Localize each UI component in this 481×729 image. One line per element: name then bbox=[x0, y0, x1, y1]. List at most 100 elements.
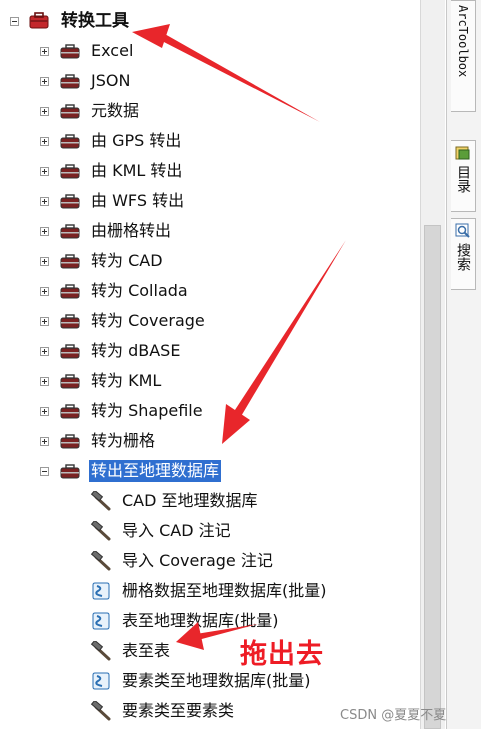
toolbox-icon bbox=[29, 12, 49, 29]
expand-icon[interactable] bbox=[40, 256, 49, 266]
tool-label: 表至表 bbox=[122, 641, 171, 660]
expand-icon[interactable] bbox=[40, 346, 49, 356]
tool-item[interactable]: CAD 至地理数据库 bbox=[90, 488, 260, 514]
expand-icon[interactable] bbox=[40, 316, 49, 326]
tree-node-label: 转为 Shapefile bbox=[91, 401, 203, 420]
hammer-icon bbox=[90, 521, 111, 541]
tool-label: 导入 Coverage 注记 bbox=[122, 551, 273, 570]
tool-item[interactable]: 导入 Coverage 注记 bbox=[90, 548, 275, 574]
tool-item[interactable]: 要素类至要素类 bbox=[90, 698, 236, 724]
tree-node-label: 转为 KML bbox=[91, 371, 162, 390]
tree-node-toolset[interactable]: 转为栅格 bbox=[40, 428, 157, 454]
tool-label: 要素类至地理数据库(批量) bbox=[122, 671, 311, 690]
script-icon bbox=[92, 672, 110, 690]
toolbox-tree: 转换工具 Excel JSON 元数据 由 GPS 转出 由 KML 转出 由 … bbox=[0, 0, 420, 729]
annotation-text: 拖出去 bbox=[240, 639, 324, 670]
tree-root-label: 转换工具 bbox=[61, 11, 129, 31]
tool-label: 栅格数据至地理数据库(批量) bbox=[122, 581, 327, 600]
tree-node-toolset[interactable]: 转为 CAD bbox=[40, 248, 165, 274]
tool-label: 要素类至要素类 bbox=[122, 701, 235, 720]
tree-node-label: 转为栅格 bbox=[91, 431, 156, 450]
tree-node-label: 由 KML 转出 bbox=[91, 161, 183, 180]
expand-icon[interactable] bbox=[40, 166, 49, 176]
catalog-icon bbox=[455, 146, 470, 160]
expand-icon[interactable] bbox=[40, 376, 49, 386]
tool-label: 导入 CAD 注记 bbox=[122, 521, 231, 540]
scrollbar-thumb[interactable] bbox=[424, 225, 441, 729]
tab-search[interactable]: 搜索 bbox=[451, 218, 476, 290]
tree-node-label: 元数据 bbox=[91, 101, 140, 120]
tree-node-label: 由栅格转出 bbox=[91, 221, 172, 240]
expand-icon[interactable] bbox=[40, 196, 49, 206]
hammer-icon bbox=[90, 641, 111, 661]
tree-node-toolset[interactable]: 转为 KML bbox=[40, 368, 163, 394]
toolset-icon bbox=[60, 134, 80, 149]
search-icon bbox=[455, 223, 470, 238]
tree-node-label: 转为 Collada bbox=[91, 281, 188, 300]
hammer-icon bbox=[90, 551, 111, 571]
expand-icon[interactable] bbox=[40, 76, 49, 86]
hammer-icon bbox=[90, 491, 111, 511]
tree-node-label: 由 WFS 转出 bbox=[91, 191, 185, 210]
toolset-icon bbox=[60, 374, 80, 389]
tree-node-label-selected: 转出至地理数据库 bbox=[89, 460, 222, 482]
tree-node-toolset[interactable]: JSON bbox=[40, 68, 132, 94]
tool-item[interactable]: 导入 CAD 注记 bbox=[90, 518, 233, 544]
tree-node-label: 转为 CAD bbox=[91, 251, 163, 270]
script-icon bbox=[92, 582, 110, 600]
tree-node-toolset[interactable]: 转为 Shapefile bbox=[40, 398, 205, 424]
expand-icon[interactable] bbox=[40, 106, 49, 116]
tool-item-table-to-table[interactable]: 表至表 bbox=[90, 638, 172, 664]
expand-icon[interactable] bbox=[40, 46, 49, 56]
tree-node-toolset[interactable]: 转为 Coverage bbox=[40, 308, 207, 334]
tool-label: 表至地理数据库(批量) bbox=[122, 611, 279, 630]
toolset-icon bbox=[60, 224, 80, 239]
toolset-icon bbox=[60, 254, 80, 269]
tree-node-toolset[interactable]: 由 KML 转出 bbox=[40, 158, 184, 184]
toolset-icon bbox=[60, 314, 80, 329]
hammer-icon bbox=[90, 701, 111, 721]
tab-arctoolbox[interactable]: ArcToolbox bbox=[451, 0, 476, 112]
tool-label: CAD 至地理数据库 bbox=[122, 491, 258, 510]
tree-node-toolset[interactable]: 元数据 bbox=[40, 98, 141, 124]
collapse-icon[interactable] bbox=[10, 16, 19, 26]
tree-node-toolset[interactable]: 由 WFS 转出 bbox=[40, 188, 186, 214]
tree-node-toolset[interactable]: 转为 dBASE bbox=[40, 338, 182, 364]
tree-node-toolset[interactable]: 转为 Collada bbox=[40, 278, 190, 304]
tree-node-toolset[interactable]: Excel bbox=[40, 38, 135, 64]
tree-node-label: 转为 Coverage bbox=[91, 311, 205, 330]
tree-node-toolset[interactable]: 由栅格转出 bbox=[40, 218, 173, 244]
toolset-icon bbox=[60, 74, 80, 89]
toolset-icon bbox=[60, 284, 80, 299]
vertical-scrollbar[interactable] bbox=[420, 0, 445, 729]
tree-node-toolset[interactable]: 由 GPS 转出 bbox=[40, 128, 183, 154]
toolset-icon bbox=[60, 404, 80, 419]
expand-icon[interactable] bbox=[40, 406, 49, 416]
toolset-icon bbox=[60, 164, 80, 179]
toolset-icon bbox=[60, 194, 80, 209]
tool-item[interactable]: 表至地理数据库(批量) bbox=[90, 608, 281, 634]
tree-node-label: 由 GPS 转出 bbox=[91, 131, 182, 150]
watermark: CSDN @夏夏不夏 bbox=[340, 708, 447, 723]
tree-node-label: JSON bbox=[91, 71, 131, 90]
script-icon bbox=[92, 612, 110, 630]
expand-icon[interactable] bbox=[40, 226, 49, 236]
side-tab-strip: ArcToolbox 目录 搜索 bbox=[446, 0, 481, 729]
tab-catalog-label: 目录 bbox=[455, 165, 471, 193]
tree-node-root[interactable]: 转换工具 bbox=[10, 8, 131, 34]
toolset-icon bbox=[60, 344, 80, 359]
tool-item[interactable]: 要素类至地理数据库(批量) bbox=[90, 668, 313, 694]
tree-node-toolset-selected[interactable]: 转出至地理数据库 bbox=[40, 458, 222, 484]
expand-icon[interactable] bbox=[40, 286, 49, 296]
tab-catalog[interactable]: 目录 bbox=[451, 140, 476, 212]
toolset-icon bbox=[60, 434, 80, 449]
toolset-icon bbox=[60, 464, 80, 479]
toolset-icon bbox=[60, 44, 80, 59]
collapse-icon[interactable] bbox=[40, 466, 49, 476]
tab-search-label: 搜索 bbox=[455, 243, 471, 271]
expand-icon[interactable] bbox=[40, 136, 49, 146]
tree-node-label: Excel bbox=[91, 41, 134, 60]
tool-item[interactable]: 栅格数据至地理数据库(批量) bbox=[90, 578, 329, 604]
tab-arctoolbox-label: ArcToolbox bbox=[456, 5, 470, 78]
expand-icon[interactable] bbox=[40, 436, 49, 446]
